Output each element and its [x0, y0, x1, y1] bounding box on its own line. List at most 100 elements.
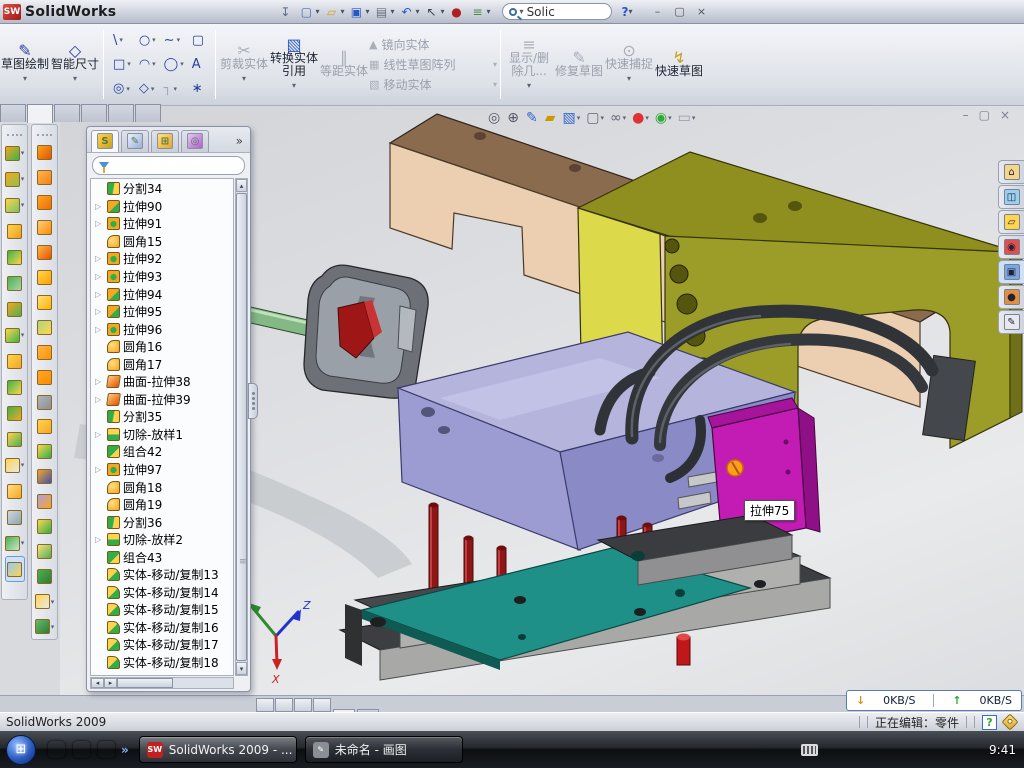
ribbon-tab[interactable]: [54, 104, 80, 122]
extruded-surface-icon[interactable]: [37, 190, 53, 215]
restore-button[interactable]: ▢: [672, 5, 688, 18]
help-button[interactable]: ?: [622, 5, 629, 19]
panel-resize-grip[interactable]: [248, 383, 258, 419]
text-tool[interactable]: A: [188, 52, 210, 76]
surface-fillet-icon[interactable]: [37, 514, 53, 539]
offset-entities-button[interactable]: ∥ 等距实体: [319, 24, 369, 105]
doc-restore-button[interactable]: ▢: [979, 108, 990, 122]
swept-surface-icon[interactable]: [37, 140, 53, 165]
app-icon[interactable]: [73, 741, 90, 758]
ribbon-tab[interactable]: [0, 104, 26, 122]
solidworks-icon[interactable]: [98, 741, 115, 758]
plane-icon[interactable]: [7, 478, 23, 504]
point-icon[interactable]: ▾: [35, 589, 55, 614]
pan-icon[interactable]: ✎: [526, 110, 539, 126]
scroll-down-button[interactable]: ▾: [236, 662, 247, 675]
polygon-tool[interactable]: ◇▾: [135, 77, 160, 101]
repair-sketch-button[interactable]: ✎ 修复草图: [554, 24, 604, 105]
split-icon[interactable]: [7, 374, 23, 400]
move-entities[interactable]: ▧ 移动实体 ▾: [369, 76, 497, 93]
panel-overflow-button[interactable]: »: [233, 134, 246, 148]
tree-horizontal-scrollbar[interactable]: ◂ ▸: [90, 677, 234, 689]
zoom-fit-icon[interactable]: ◎: [488, 110, 501, 126]
home-tab[interactable]: ⌂: [998, 160, 1024, 184]
tree-item[interactable]: 圆角17: [91, 355, 233, 373]
trim-entities-button[interactable]: ✂ 剪裁实体 ▾: [219, 24, 269, 105]
extrude-cut-icon[interactable]: ▾: [5, 166, 25, 192]
arc-tool[interactable]: ◠▾: [135, 52, 160, 76]
select-icon[interactable]: ↖ ▾: [423, 3, 448, 21]
revolved-surface-icon[interactable]: [37, 165, 53, 190]
mirror-entities[interactable]: ▲ 镜向实体: [369, 36, 497, 53]
power-icon[interactable]: [844, 742, 859, 757]
expand-icon[interactable]: ▷: [95, 325, 104, 334]
ribbon-tab[interactable]: [81, 104, 107, 122]
tree-item[interactable]: 分割34: [91, 180, 233, 198]
search-caret-icon[interactable]: ▾: [520, 7, 524, 16]
tree-item[interactable]: 组合42: [91, 443, 233, 461]
trim-surface-icon[interactable]: [37, 489, 53, 514]
ellipse-tool[interactable]: ◯▾: [160, 52, 188, 76]
ruled-surface-icon[interactable]: [37, 315, 53, 340]
curve-icon[interactable]: ▾: [5, 530, 25, 556]
expand-icon[interactable]: ▷: [95, 377, 104, 386]
propertymanager-tab[interactable]: ✎: [121, 130, 149, 152]
point-icon[interactable]: ▾: [5, 452, 25, 478]
undo-icon[interactable]: ↶ ▾: [398, 3, 423, 21]
open-file-icon[interactable]: ▱ ▾: [322, 3, 347, 21]
zoom-area-icon[interactable]: ⊕: [507, 110, 520, 126]
tree-item[interactable]: ▷ 拉伸90: [91, 198, 233, 216]
pattern-icon[interactable]: ▾: [5, 322, 25, 348]
tree-item[interactable]: ▷ 曲面-拉伸39: [91, 391, 233, 409]
model-cavity-insert[interactable]: [233, 265, 428, 398]
tree-item[interactable]: ▷ 切除-放样1: [91, 426, 233, 444]
knit-surface-icon[interactable]: [37, 340, 53, 365]
expand-icon[interactable]: ▷: [95, 219, 104, 228]
point-tool[interactable]: ∗: [188, 77, 210, 101]
tree-item[interactable]: 分割35: [91, 408, 233, 426]
axis-icon[interactable]: [7, 504, 23, 530]
close-button[interactable]: ×: [694, 5, 710, 18]
tree-item[interactable]: 实体-移动/复制18: [91, 654, 233, 672]
view-orientation-icon[interactable]: ▧ ▾: [562, 110, 580, 126]
options-icon[interactable]: ≡ ▾: [469, 3, 494, 21]
rib-icon[interactable]: [7, 218, 23, 244]
ribbon-tab[interactable]: [135, 104, 161, 122]
start-button[interactable]: ⊞: [6, 735, 36, 765]
fillet-icon[interactable]: ▾: [5, 192, 25, 218]
next-tab-button[interactable]: [294, 698, 312, 712]
expand-icon[interactable]: ▷: [95, 395, 104, 404]
slot-tool[interactable]: ◎▾: [109, 77, 135, 101]
status-help-button[interactable]: ?: [982, 715, 997, 730]
new-file-icon[interactable]: ▢ ▾: [297, 3, 322, 21]
tag-icon[interactable]: [1002, 714, 1019, 731]
combine-icon[interactable]: [7, 400, 23, 426]
circle-tool[interactable]: ○▾: [135, 28, 160, 52]
clock[interactable]: 9:41: [989, 743, 1016, 757]
tree-item[interactable]: ▷ 拉伸92: [91, 250, 233, 268]
delete-face-icon[interactable]: [37, 390, 53, 415]
tree-item[interactable]: 圆角18: [91, 478, 233, 496]
elbow-surface-icon[interactable]: [37, 365, 53, 390]
smart-dimension-button[interactable]: ◇ 智能尺寸 ▾: [50, 24, 100, 105]
ribbon-tab[interactable]: [27, 104, 53, 123]
expand-icon[interactable]: ▷: [95, 272, 104, 281]
task-solidworks[interactable]: SW SolidWorks 2009 - ...: [139, 736, 297, 763]
linear-sketch-pattern[interactable]: ▦ 线性草图阵列 ▾: [369, 56, 497, 73]
untrim-surface-icon[interactable]: [37, 439, 53, 464]
file-explorer-tab[interactable]: ▱: [998, 210, 1024, 234]
planar-surface-icon[interactable]: [37, 265, 53, 290]
tree-item[interactable]: ▷ 拉伸93: [91, 268, 233, 286]
search-input[interactable]: ▾ Solic: [502, 3, 612, 20]
solidworks-resources-tab[interactable]: ◉: [998, 235, 1024, 259]
sketch-button[interactable]: ✎ 草图绘制 ▾: [0, 24, 50, 105]
scroll-thumb[interactable]: [236, 193, 247, 661]
extend-surface-icon[interactable]: [37, 464, 53, 489]
offset-surface-icon[interactable]: [37, 290, 53, 315]
scroll-left-button[interactable]: ◂: [91, 678, 104, 688]
pin-icon[interactable]: ↧: [276, 3, 297, 21]
tree-item[interactable]: 组合43: [91, 548, 233, 566]
tree-item[interactable]: ▷ 拉伸96: [91, 320, 233, 338]
prev-tab-button[interactable]: [275, 698, 293, 712]
expand-icon[interactable]: ▷: [95, 465, 104, 474]
